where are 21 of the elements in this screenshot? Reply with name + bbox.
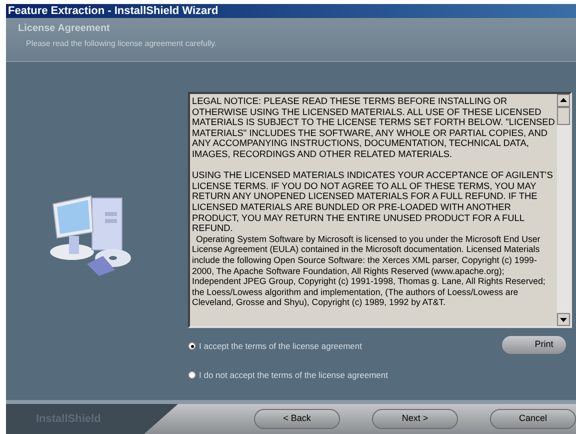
- scroll-down-button[interactable]: [557, 313, 570, 326]
- scroll-up-button[interactable]: [557, 94, 570, 107]
- scrollbar[interactable]: [557, 94, 570, 326]
- back-button[interactable]: < Back: [254, 409, 340, 429]
- cancel-button[interactable]: Cancel: [490, 409, 576, 429]
- option-label[interactable]: I do not accept the terms of the license agreement: [199, 368, 388, 382]
- license-text-box[interactable]: [188, 92, 572, 328]
- radio-button[interactable]: [188, 371, 196, 380]
- scroll-thumb[interactable]: [557, 107, 570, 125]
- page-title: License Agreement: [18, 22, 111, 36]
- down-arrow-icon: [560, 318, 567, 322]
- next-button[interactable]: Next >: [372, 409, 458, 429]
- up-arrow-icon: [560, 98, 567, 102]
- window-title: Feature Extraction - InstallShield Wizard: [6, 4, 576, 18]
- license-paragraph: USING THE LICENSED MATERIALS INDICATES YOUR ACCEPTANCE OF AGILENT'S LICENSE TERMS. IF YOU DO NOT AGREE TO ALL OF THESE TERMS, YOU MAY RETURN ANY UNOPENED LICENSED MATERIALS FOR A FULL REFUND. IF THE LICENSED MATERIALS ARE BUNDLED OR PRE-LOADED WITH ANOTHER PRODUCT, YOU MAY RETURN THE ENTIRE UNUSED PRODUCT FOR A FULL REFUND.: [192, 170, 554, 234]
- radio-button[interactable]: [188, 342, 196, 350]
- option-label[interactable]: I accept the terms of the license agreement: [199, 340, 362, 353]
- license-paragraph: LEGAL NOTICE: PLEASE READ THESE TERMS BEFORE INSTALLING OR OTHERWISE USING THE LICENSED MATERIALS. ALL USE OF THESE LICENSED MATERIALS IS SUBJECT TO THE LICENSE TERMS SET FORTH BELOW. "LICENSED MATERIALS" INCLUDES THE SOFTWARE, ANY WHOLE OR PARTIAL COPIES, AND ANY ACCOMPANYING INSTRUCTIONS, DOCUMENTATION, TECHNICAL DATA, IMAGES, RECORDINGS AND OTHER RELATED MATERIALS.: [192, 96, 555, 160]
- license-paragraph: Operating System Software by Microsoft is licensed to you under the Microsoft End User License Agreement (EULA) contained in the Microsoft documentation. Licensed Materials include the following Open Source Software: the Xerces XML parser, Copyright (c) 1999-2000, The Apache Software Foundation, All Rights Reserved (www.apache.org); Independent JPEG Group, Copyright (c) 1991-1998, Thomas g. Lane, All Rights Reserved; the Loess/Lowess algorithm and implementation, (The authors of Loess/Lowess are Cleveland, Grosse and Shyu), Copyright (c) 1989, 1992 by AT&T.: [192, 234, 546, 308]
- print-button[interactable]: Print: [502, 336, 566, 354]
- page-subtitle: Please read the following license agreement carefully.: [25, 38, 218, 50]
